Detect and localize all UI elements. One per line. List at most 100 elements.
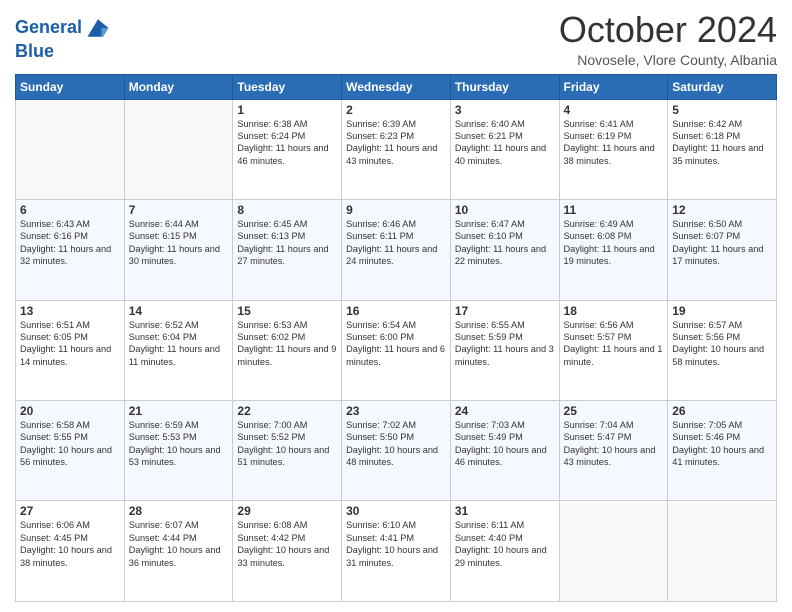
day-number: 6: [20, 203, 120, 217]
day-number: 23: [346, 404, 446, 418]
cell-content: Sunrise: 6:38 AMSunset: 6:24 PMDaylight:…: [237, 118, 337, 168]
day-number: 11: [564, 203, 664, 217]
calendar-header-row: SundayMondayTuesdayWednesdayThursdayFrid…: [16, 74, 777, 99]
day-number: 14: [129, 304, 229, 318]
calendar-cell: 23Sunrise: 7:02 AMSunset: 5:50 PMDayligh…: [342, 401, 451, 501]
week-row-3: 20Sunrise: 6:58 AMSunset: 5:55 PMDayligh…: [16, 401, 777, 501]
col-header-monday: Monday: [124, 74, 233, 99]
week-row-1: 6Sunrise: 6:43 AMSunset: 6:16 PMDaylight…: [16, 200, 777, 300]
subtitle: Novosele, Vlore County, Albania: [559, 52, 777, 68]
day-number: 21: [129, 404, 229, 418]
cell-content: Sunrise: 7:02 AMSunset: 5:50 PMDaylight:…: [346, 419, 446, 469]
day-number: 16: [346, 304, 446, 318]
col-header-wednesday: Wednesday: [342, 74, 451, 99]
day-number: 31: [455, 504, 555, 518]
calendar-cell: 17Sunrise: 6:55 AMSunset: 5:59 PMDayligh…: [450, 300, 559, 400]
col-header-saturday: Saturday: [668, 74, 777, 99]
calendar-cell: 26Sunrise: 7:05 AMSunset: 5:46 PMDayligh…: [668, 401, 777, 501]
cell-content: Sunrise: 6:41 AMSunset: 6:19 PMDaylight:…: [564, 118, 664, 168]
col-header-friday: Friday: [559, 74, 668, 99]
calendar-cell: 4Sunrise: 6:41 AMSunset: 6:19 PMDaylight…: [559, 99, 668, 199]
day-number: 25: [564, 404, 664, 418]
day-number: 7: [129, 203, 229, 217]
main-title: October 2024: [559, 10, 777, 50]
calendar-cell: 9Sunrise: 6:46 AMSunset: 6:11 PMDaylight…: [342, 200, 451, 300]
calendar-cell: 22Sunrise: 7:00 AMSunset: 5:52 PMDayligh…: [233, 401, 342, 501]
calendar-cell: 7Sunrise: 6:44 AMSunset: 6:15 PMDaylight…: [124, 200, 233, 300]
calendar-cell: 27Sunrise: 6:06 AMSunset: 4:45 PMDayligh…: [16, 501, 125, 602]
logo: General Blue: [15, 14, 112, 62]
cell-content: Sunrise: 6:54 AMSunset: 6:00 PMDaylight:…: [346, 319, 446, 369]
calendar-cell: [16, 99, 125, 199]
cell-content: Sunrise: 6:58 AMSunset: 5:55 PMDaylight:…: [20, 419, 120, 469]
day-number: 3: [455, 103, 555, 117]
calendar-cell: 5Sunrise: 6:42 AMSunset: 6:18 PMDaylight…: [668, 99, 777, 199]
day-number: 19: [672, 304, 772, 318]
day-number: 2: [346, 103, 446, 117]
cell-content: Sunrise: 6:51 AMSunset: 6:05 PMDaylight:…: [20, 319, 120, 369]
calendar: SundayMondayTuesdayWednesdayThursdayFrid…: [15, 74, 777, 602]
cell-content: Sunrise: 6:07 AMSunset: 4:44 PMDaylight:…: [129, 519, 229, 569]
calendar-cell: 2Sunrise: 6:39 AMSunset: 6:23 PMDaylight…: [342, 99, 451, 199]
col-header-sunday: Sunday: [16, 74, 125, 99]
day-number: 1: [237, 103, 337, 117]
calendar-cell: 3Sunrise: 6:40 AMSunset: 6:21 PMDaylight…: [450, 99, 559, 199]
cell-content: Sunrise: 7:04 AMSunset: 5:47 PMDaylight:…: [564, 419, 664, 469]
day-number: 5: [672, 103, 772, 117]
calendar-cell: 12Sunrise: 6:50 AMSunset: 6:07 PMDayligh…: [668, 200, 777, 300]
day-number: 26: [672, 404, 772, 418]
cell-content: Sunrise: 6:43 AMSunset: 6:16 PMDaylight:…: [20, 218, 120, 268]
cell-content: Sunrise: 6:55 AMSunset: 5:59 PMDaylight:…: [455, 319, 555, 369]
header: General Blue October 2024 Novosele, Vlor…: [15, 10, 777, 68]
calendar-cell: 24Sunrise: 7:03 AMSunset: 5:49 PMDayligh…: [450, 401, 559, 501]
day-number: 4: [564, 103, 664, 117]
logo-text: General: [15, 18, 82, 38]
logo-blue: Blue: [15, 41, 54, 61]
cell-content: Sunrise: 6:59 AMSunset: 5:53 PMDaylight:…: [129, 419, 229, 469]
cell-content: Sunrise: 6:40 AMSunset: 6:21 PMDaylight:…: [455, 118, 555, 168]
calendar-cell: 29Sunrise: 6:08 AMSunset: 4:42 PMDayligh…: [233, 501, 342, 602]
cell-content: Sunrise: 6:11 AMSunset: 4:40 PMDaylight:…: [455, 519, 555, 569]
day-number: 17: [455, 304, 555, 318]
cell-content: Sunrise: 7:00 AMSunset: 5:52 PMDaylight:…: [237, 419, 337, 469]
day-number: 28: [129, 504, 229, 518]
cell-content: Sunrise: 6:45 AMSunset: 6:13 PMDaylight:…: [237, 218, 337, 268]
day-number: 20: [20, 404, 120, 418]
cell-content: Sunrise: 6:39 AMSunset: 6:23 PMDaylight:…: [346, 118, 446, 168]
logo-icon: [84, 14, 112, 42]
calendar-cell: 15Sunrise: 6:53 AMSunset: 6:02 PMDayligh…: [233, 300, 342, 400]
cell-content: Sunrise: 7:05 AMSunset: 5:46 PMDaylight:…: [672, 419, 772, 469]
calendar-cell: 8Sunrise: 6:45 AMSunset: 6:13 PMDaylight…: [233, 200, 342, 300]
day-number: 13: [20, 304, 120, 318]
cell-content: Sunrise: 6:56 AMSunset: 5:57 PMDaylight:…: [564, 319, 664, 369]
cell-content: Sunrise: 6:08 AMSunset: 4:42 PMDaylight:…: [237, 519, 337, 569]
cell-content: Sunrise: 6:53 AMSunset: 6:02 PMDaylight:…: [237, 319, 337, 369]
calendar-cell: [668, 501, 777, 602]
calendar-cell: 21Sunrise: 6:59 AMSunset: 5:53 PMDayligh…: [124, 401, 233, 501]
day-number: 12: [672, 203, 772, 217]
day-number: 8: [237, 203, 337, 217]
logo-general: General: [15, 17, 82, 37]
cell-content: Sunrise: 6:44 AMSunset: 6:15 PMDaylight:…: [129, 218, 229, 268]
cell-content: Sunrise: 6:52 AMSunset: 6:04 PMDaylight:…: [129, 319, 229, 369]
day-number: 15: [237, 304, 337, 318]
calendar-cell: 1Sunrise: 6:38 AMSunset: 6:24 PMDaylight…: [233, 99, 342, 199]
day-number: 27: [20, 504, 120, 518]
calendar-cell: 31Sunrise: 6:11 AMSunset: 4:40 PMDayligh…: [450, 501, 559, 602]
day-number: 10: [455, 203, 555, 217]
day-number: 30: [346, 504, 446, 518]
cell-content: Sunrise: 6:49 AMSunset: 6:08 PMDaylight:…: [564, 218, 664, 268]
cell-content: Sunrise: 6:46 AMSunset: 6:11 PMDaylight:…: [346, 218, 446, 268]
calendar-cell: 28Sunrise: 6:07 AMSunset: 4:44 PMDayligh…: [124, 501, 233, 602]
cell-content: Sunrise: 6:47 AMSunset: 6:10 PMDaylight:…: [455, 218, 555, 268]
week-row-2: 13Sunrise: 6:51 AMSunset: 6:05 PMDayligh…: [16, 300, 777, 400]
calendar-cell: [124, 99, 233, 199]
title-block: October 2024 Novosele, Vlore County, Alb…: [559, 10, 777, 68]
calendar-cell: [559, 501, 668, 602]
day-number: 29: [237, 504, 337, 518]
cell-content: Sunrise: 6:10 AMSunset: 4:41 PMDaylight:…: [346, 519, 446, 569]
page: General Blue October 2024 Novosele, Vlor…: [0, 0, 792, 612]
calendar-cell: 16Sunrise: 6:54 AMSunset: 6:00 PMDayligh…: [342, 300, 451, 400]
calendar-cell: 25Sunrise: 7:04 AMSunset: 5:47 PMDayligh…: [559, 401, 668, 501]
day-number: 9: [346, 203, 446, 217]
